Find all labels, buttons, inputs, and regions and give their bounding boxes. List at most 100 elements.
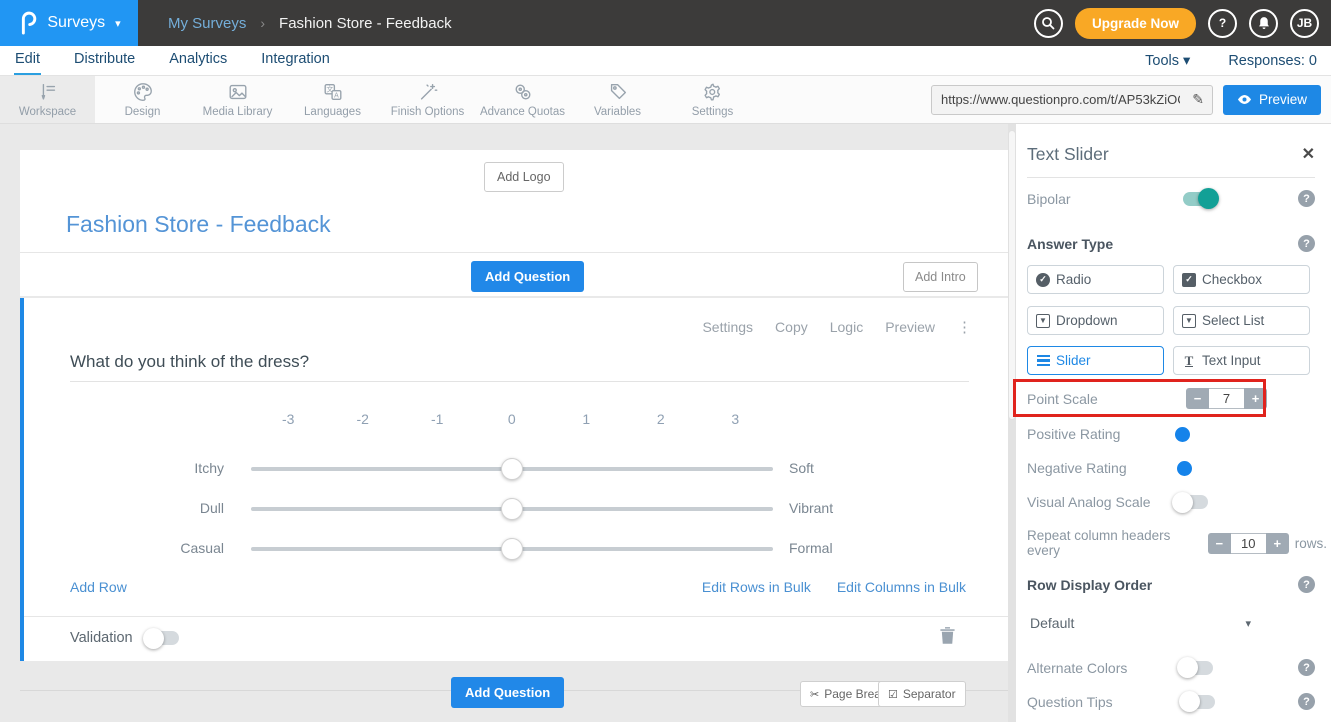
help-icon[interactable]: ? <box>1298 576 1315 593</box>
avatar[interactable]: JB <box>1290 9 1319 38</box>
row-left-label: Itchy <box>24 460 224 476</box>
answer-type-checkbox[interactable]: ✓ Checkbox <box>1173 265 1310 294</box>
question-settings-link[interactable]: Settings <box>702 319 753 335</box>
negative-rating-row: Negative Rating <box>1027 460 1315 476</box>
question-text[interactable]: What do you think of the dress? <box>70 352 309 372</box>
upgrade-now-button[interactable]: Upgrade Now <box>1075 8 1196 39</box>
toolbar-item-variables[interactable]: Variables <box>570 76 665 123</box>
editor-toolbar: Workspace Design Media Library 文A Langua… <box>0 76 1331 124</box>
help-icon[interactable]: ? <box>1298 235 1315 252</box>
question-logic-link[interactable]: Logic <box>830 319 863 335</box>
app-logo-surveys-menu[interactable]: Surveys ▾ <box>0 0 138 46</box>
visual-analog-toggle[interactable] <box>1174 495 1208 509</box>
toolbar-item-media-library[interactable]: Media Library <box>190 76 285 123</box>
repeat-headers-increment-button[interactable]: + <box>1266 533 1289 554</box>
question-preview-link[interactable]: Preview <box>885 319 935 335</box>
positive-rating-label: Positive Rating <box>1027 426 1120 442</box>
point-scale-decrement-button[interactable]: − <box>1186 388 1209 409</box>
slider-handle[interactable] <box>501 538 523 560</box>
survey-header-card: Add Logo Fashion Store - Feedback Add Qu… <box>20 150 1008 296</box>
slider-handle[interactable] <box>501 498 523 520</box>
help-icon[interactable]: ? <box>1298 190 1315 207</box>
edit-columns-bulk-link[interactable]: Edit Columns in Bulk <box>837 579 966 595</box>
bipolar-toggle[interactable] <box>1183 192 1217 206</box>
row-right-label: Formal <box>789 540 833 556</box>
tab-analytics[interactable]: Analytics <box>168 47 228 75</box>
negative-rating-color-swatch[interactable] <box>1177 461 1192 476</box>
divider <box>1027 177 1315 178</box>
search-button[interactable] <box>1034 9 1063 38</box>
help-icon[interactable]: ? <box>1298 659 1315 676</box>
answer-type-select-list[interactable]: ▼ Select List <box>1173 306 1310 335</box>
scale-label: 2 <box>624 411 699 427</box>
breadcrumb-separator-icon: › <box>260 15 265 31</box>
eye-icon <box>1237 94 1252 105</box>
kebab-menu-icon[interactable]: ⋮ <box>957 318 972 336</box>
add-intro-button[interactable]: Add Intro <box>903 262 978 292</box>
edit-url-pencil-icon[interactable]: ✎ <box>1184 91 1212 108</box>
add-logo-button[interactable]: Add Logo <box>484 162 564 192</box>
toolbar-item-advance-quotas[interactable]: Advance Quotas <box>475 76 570 123</box>
tab-distribute[interactable]: Distribute <box>73 47 136 75</box>
responses-count[interactable]: Responses: 0 <box>1228 53 1317 69</box>
preview-button[interactable]: Preview <box>1223 85 1321 115</box>
close-icon[interactable]: ✕ <box>1302 144 1315 164</box>
point-scale-row: Point Scale − + <box>1027 388 1267 409</box>
add-question-button-top[interactable]: Add Question <box>471 261 584 292</box>
separator-button[interactable]: ☑ Separator <box>878 681 966 707</box>
checkbox-icon: ☑ <box>888 688 898 701</box>
help-icon[interactable]: ? <box>1298 693 1315 710</box>
checkbox-icon: ✓ <box>1182 273 1196 287</box>
help-button[interactable]: ? <box>1208 9 1237 38</box>
tools-dropdown[interactable]: Tools ▾ <box>1145 53 1190 69</box>
row-display-order-select[interactable]: Default ▾ <box>1027 612 1257 636</box>
validation-toggle[interactable] <box>145 631 179 645</box>
scale-labels: -3 -2 -1 0 1 2 3 <box>251 411 773 427</box>
point-scale-value-input[interactable] <box>1209 388 1244 409</box>
slider-icon <box>1036 354 1050 368</box>
notifications-button[interactable] <box>1249 9 1278 38</box>
question-actions: Settings Copy Logic Preview ⋮ <box>702 318 972 336</box>
repeat-headers-decrement-button[interactable]: − <box>1208 533 1231 554</box>
toolbar-item-workspace[interactable]: Workspace <box>0 76 95 123</box>
survey-url-input[interactable] <box>932 92 1184 107</box>
tab-integration[interactable]: Integration <box>260 47 331 75</box>
slider-track[interactable] <box>251 467 773 471</box>
toolbar-item-finish-options[interactable]: Finish Options <box>380 76 475 123</box>
question-tips-toggle[interactable] <box>1181 695 1215 709</box>
translate-icon: 文A <box>322 81 344 103</box>
scale-label: 3 <box>698 411 773 427</box>
slider-handle[interactable] <box>501 458 523 480</box>
scrollbar-thumb[interactable] <box>1008 130 1016 420</box>
question-copy-link[interactable]: Copy <box>775 319 808 335</box>
toolbar-right: ✎ Preview <box>931 76 1331 123</box>
answer-type-slider[interactable]: Slider <box>1027 346 1164 375</box>
point-scale-increment-button[interactable]: + <box>1244 388 1267 409</box>
row-right-label: Soft <box>789 460 814 476</box>
answer-type-dropdown[interactable]: ▼ Dropdown <box>1027 306 1164 335</box>
toolbar-item-design[interactable]: Design <box>95 76 190 123</box>
answer-type-text-input[interactable]: T Text Input <box>1173 346 1310 375</box>
survey-url-box: ✎ <box>931 85 1213 115</box>
delete-question-button[interactable] <box>939 626 956 646</box>
survey-title[interactable]: Fashion Store - Feedback <box>66 211 331 238</box>
slider-track[interactable] <box>251 547 773 551</box>
edit-rows-bulk-link[interactable]: Edit Rows in Bulk <box>702 579 811 595</box>
positive-rating-color-swatch[interactable] <box>1175 427 1190 442</box>
slider-row-dull-vibrant: Dull Vibrant <box>24 498 1012 520</box>
tab-edit[interactable]: Edit <box>14 47 41 75</box>
slider-track[interactable] <box>251 507 773 511</box>
add-question-button-bottom[interactable]: Add Question <box>451 677 564 708</box>
repeat-headers-label: Repeat column headers every <box>1027 528 1200 558</box>
breadcrumb-my-surveys[interactable]: My Surveys <box>168 15 246 32</box>
question-tips-label: Question Tips <box>1027 694 1113 710</box>
repeat-headers-value-input[interactable] <box>1231 533 1266 554</box>
row-left-label: Casual <box>24 540 224 556</box>
row-display-order-label: Row Display Order <box>1027 577 1152 593</box>
answer-type-radio[interactable]: ✓ Radio <box>1027 265 1164 294</box>
text-input-icon: T <box>1182 354 1196 368</box>
alternate-colors-toggle[interactable] <box>1179 661 1213 675</box>
add-row-link[interactable]: Add Row <box>70 579 127 595</box>
toolbar-item-settings[interactable]: Settings <box>665 76 760 123</box>
toolbar-item-languages[interactable]: 文A Languages <box>285 76 380 123</box>
